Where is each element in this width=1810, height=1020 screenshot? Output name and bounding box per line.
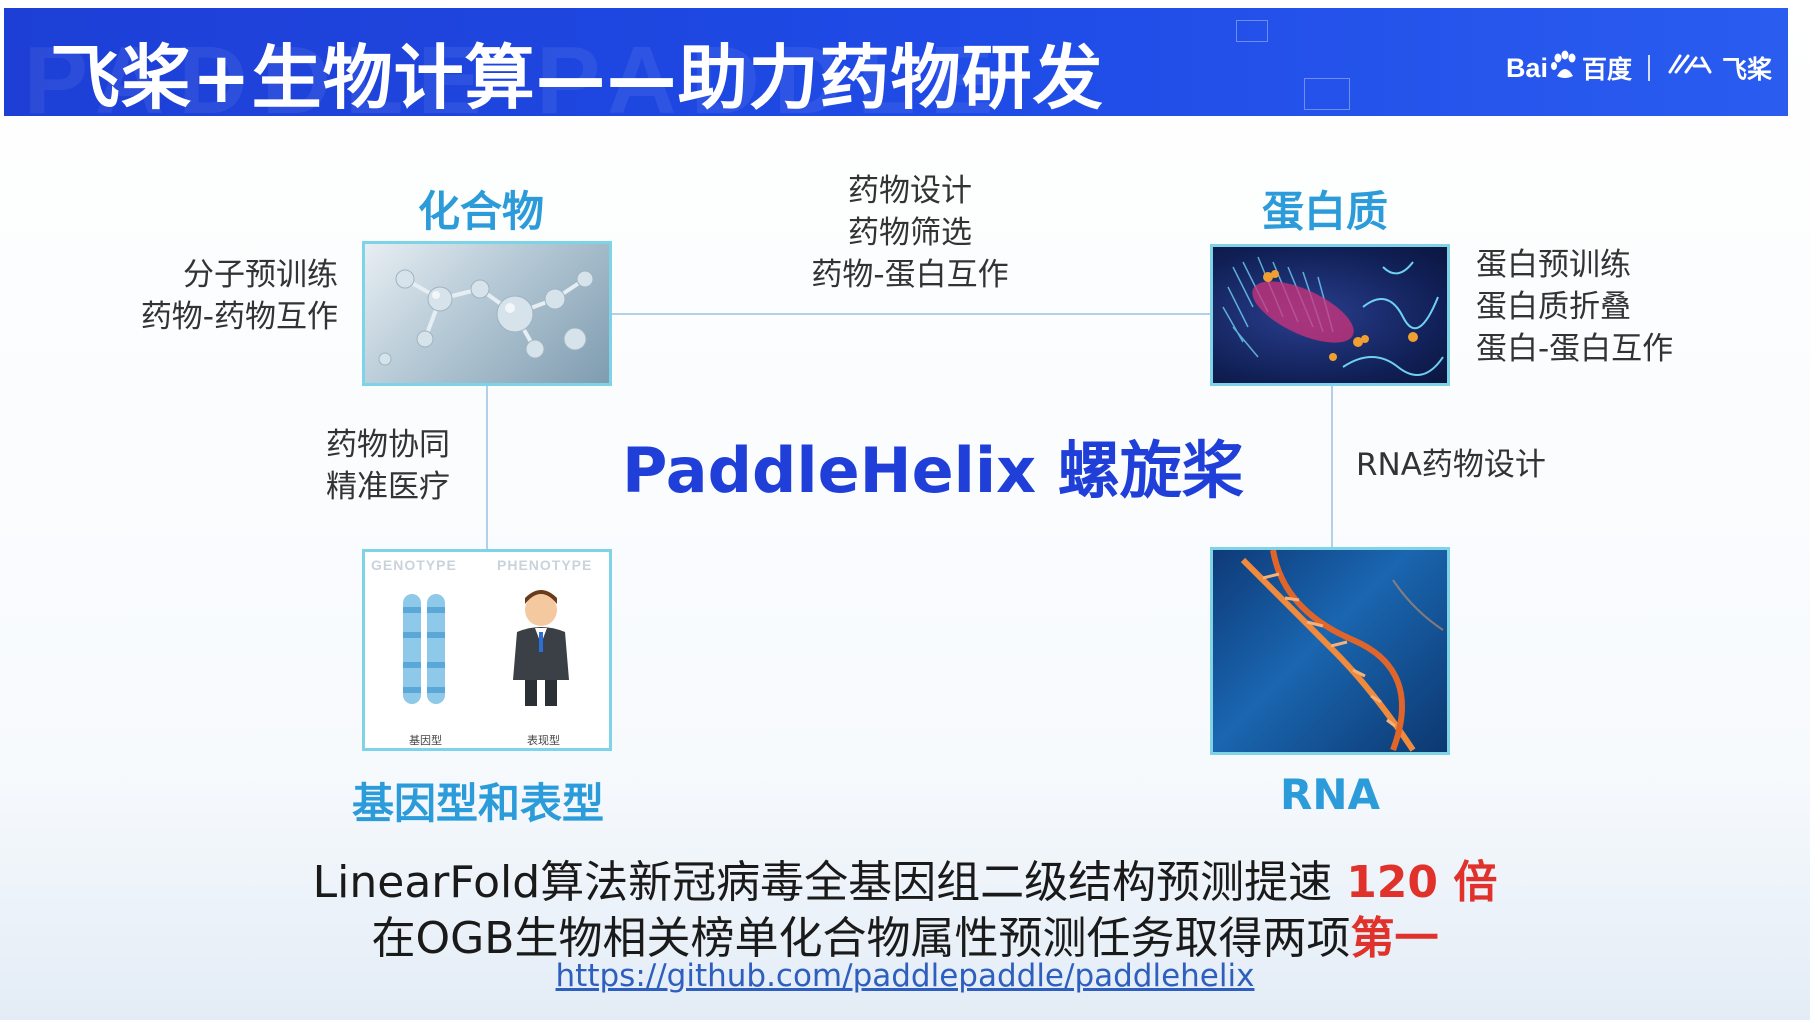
protein-image — [1210, 244, 1450, 386]
connector-protein-rna — [1331, 386, 1333, 549]
protein-task: 蛋白-蛋白互作 — [1476, 331, 1674, 367]
header-decoration — [1304, 78, 1350, 110]
genotype-cn-label: 基因型 — [409, 734, 442, 747]
compound-task: 分子预训练 — [183, 257, 338, 293]
highlight-line-1: LinearFold算法新冠病毒全基因组二级结构预测提速 120 倍 — [0, 846, 1810, 910]
page-title: 飞桨+生物计算——助力药物研发 — [50, 37, 1104, 116]
edge-protein-rna-tasks: RNA药物设计 — [1356, 444, 1546, 486]
highlight-emphasis: 120 倍 — [1346, 857, 1498, 908]
chromosome-person-icon — [403, 590, 569, 706]
protein-task: 蛋白质折叠 — [1476, 289, 1631, 325]
highlight-line-2: 在OGB生物相关榜单化合物属性预测任务取得两项第一 — [0, 902, 1810, 966]
connector-compound-genotype — [486, 386, 488, 549]
center-title: PaddleHelix 螺旋桨 — [622, 434, 1244, 507]
protein-tasks: 蛋白预训练 蛋白质折叠 蛋白-蛋白互作 — [1476, 244, 1673, 370]
molecule-icon — [378, 269, 594, 366]
edge-task: 药物筛选 — [848, 215, 972, 251]
edge-compound-genotype-tasks: 药物协同 精准医疗 — [326, 424, 450, 508]
edge-task: 精准医疗 — [326, 469, 450, 505]
edge-compound-protein-tasks: 药物设计 药物筛选 药物-蛋白互作 — [790, 170, 1030, 296]
header-decoration — [1236, 20, 1268, 42]
highlight-text: LinearFold算法新冠病毒全基因组二级结构预测提速 — [312, 857, 1333, 908]
compound-tasks: 分子预训练 药物-药物互作 — [118, 254, 338, 338]
rna-image — [1210, 547, 1450, 755]
protein-title: 蛋白质 — [1262, 187, 1389, 236]
connector-compound-protein — [610, 313, 1210, 315]
compound-task: 药物-药物互作 — [140, 299, 338, 335]
edge-task: 药物设计 — [848, 173, 972, 209]
baidu-logo-text: Bai — [1505, 52, 1548, 83]
brand-divider — [1647, 55, 1650, 81]
highlight-emphasis: 第一 — [1350, 913, 1439, 964]
brand-logo: Bai 百度 飞桨 — [1506, 48, 1772, 88]
edge-task: 药物-蛋白互作 — [811, 257, 1009, 293]
protein-task: 蛋白预训练 — [1476, 247, 1631, 283]
github-link[interactable]: https://github.com/paddlepaddle/paddlehe… — [0, 958, 1810, 994]
genotype-image: GENOTYPE PHENOTYPE 基因型 表现型 — [362, 549, 612, 751]
phenotype-cn-label: 表现型 — [527, 734, 560, 747]
highlight-text: 在OGB生物相关榜单化合物属性预测任务取得两项 — [371, 913, 1351, 964]
compound-title: 化合物 — [418, 187, 545, 236]
genotype-title: 基因型和表型 — [352, 779, 605, 828]
edge-task: 药物协同 — [326, 427, 450, 463]
rna-helix-icon — [1240, 550, 1444, 752]
edge-task: RNA药物设计 — [1356, 447, 1546, 483]
protein-icon — [1222, 256, 1444, 376]
paddle-logo-cn: 飞桨 — [1721, 55, 1772, 84]
rna-title: RNA — [1280, 770, 1380, 819]
baidu-paw-icon — [1550, 50, 1580, 87]
baidu-logo-cn: 百度 — [1581, 55, 1632, 84]
compound-image — [362, 241, 612, 386]
header-banner: PADDLE PADDLE 飞桨+生物计算——助力药物研发 Bai 百度 飞桨 — [4, 8, 1788, 116]
slide: PADDLE PADDLE 飞桨+生物计算——助力药物研发 Bai 百度 飞桨 … — [0, 0, 1810, 1020]
paddle-logo-icon — [1666, 50, 1722, 87]
